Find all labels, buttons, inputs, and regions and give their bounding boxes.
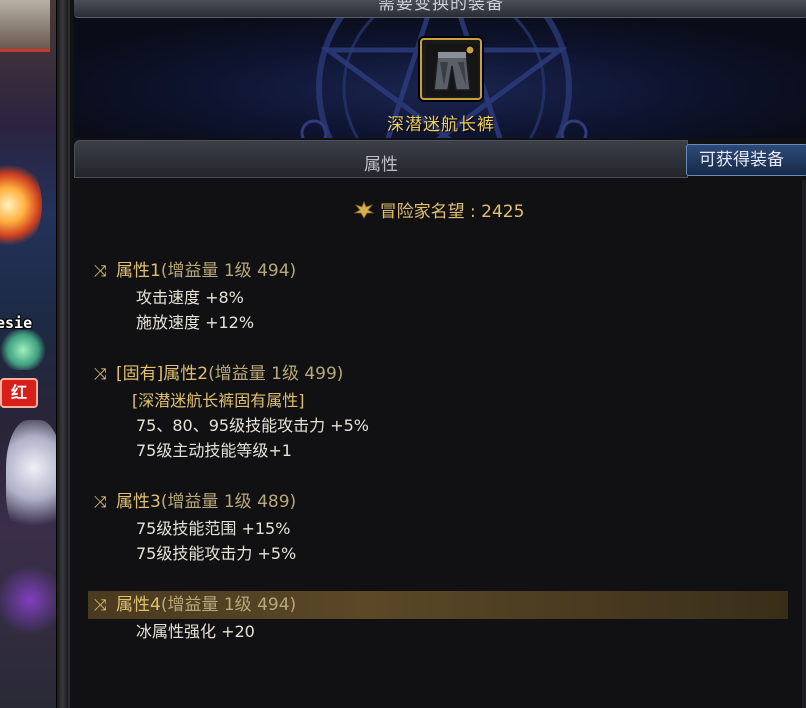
attribute-line: 施放速度 +12% (136, 313, 255, 332)
character-sprite (6, 420, 62, 540)
attribute-block-2[interactable]: ⤨ [固有]属性2(增益量 1级 499) [深潜迷航长裤固有属性] 75、80、… (88, 360, 788, 463)
equipment-transform-panel: 需要变换的装备 深潜迷航长裤 属性 可获得装备 冒险家名望: 2425 ⤨ 属… (68, 0, 806, 708)
pants-icon[interactable] (420, 38, 482, 100)
equipment-name: 深潜迷航长裤 (387, 115, 495, 135)
attribute-title: ⤨ 属性4(增益量 1级 494) (88, 591, 788, 619)
attribute-gain: (增益量 1级 499) (208, 364, 344, 384)
attribute-gain: (增益量 1级 494) (160, 261, 297, 281)
attribute-title: ⤨ 属性1(增益量 1级 494) (88, 257, 788, 285)
attribute-title: ⤨ [固有]属性2(增益量 1级 499) (88, 360, 788, 388)
attribute-line: 75级技能攻击力 +5% (136, 544, 297, 563)
attributes-list: 冒险家名望 : 2425 ⤨ 属性1(增益量 1级 494) 攻击速度 +8% 施… (70, 180, 806, 708)
attribute-line: 75级技能范围 +15% (136, 519, 291, 538)
shuffle-icon: ⤨ (94, 261, 107, 280)
red-badge: 红 (0, 378, 38, 408)
attributes-section-header: 属性 (74, 140, 688, 178)
panel-header: 需要变换的装备 (74, 0, 806, 18)
attribute-line: 75级主动技能等级+1 (136, 441, 292, 460)
attribute-gain: (增益量 1级 494) (160, 595, 297, 615)
shuffle-icon: ⤨ (94, 492, 107, 511)
obtainable-equipment-button[interactable]: 可获得装备 (686, 144, 806, 176)
pants-graphic (426, 44, 478, 96)
panel-title: 需要变换的装备 (378, 0, 504, 14)
renown-display: 冒险家名望 : 2425 (70, 197, 806, 224)
fixed-attribute-label: [深潜迷航长裤固有属性] (132, 391, 305, 410)
scrollbar[interactable] (802, 180, 806, 708)
attribute-block-3[interactable]: ⤨ 属性3(增益量 1级 489) 75级技能范围 +15% 75级技能攻击力 +… (88, 488, 788, 566)
attribute-line: 冰属性强化 +20 (136, 622, 255, 641)
attribute-gain: (增益量 1级 489) (160, 492, 297, 512)
attribute-name: [固有]属性2 (116, 364, 209, 384)
scene-decoration (0, 0, 50, 52)
attribute-name: 属性4 (116, 595, 161, 615)
shuffle-icon: ⤨ (94, 595, 107, 614)
renown-icon (353, 200, 375, 224)
renown-label: 冒险家名望 : 2425 (379, 202, 525, 222)
attribute-name: 属性1 (116, 261, 161, 281)
panel-border (56, 0, 68, 708)
attribute-block-1[interactable]: ⤨ 属性1(增益量 1级 494) 攻击速度 +8% 施放速度 +12% (88, 257, 788, 335)
attribute-line: 攻击速度 +8% (136, 288, 244, 307)
scene-effect (0, 330, 46, 370)
attribute-line: 75、80、95级技能攻击力 +5% (136, 416, 369, 435)
fire-effect (0, 160, 42, 250)
attribute-name: 属性3 (116, 492, 161, 512)
shuffle-icon: ⤨ (94, 364, 107, 383)
attribute-block-4[interactable]: ⤨ 属性4(增益量 1级 494) 冰属性强化 +20 (88, 591, 788, 644)
attribute-title: ⤨ 属性3(增益量 1级 489) (88, 488, 788, 516)
scene-effect-purple (0, 560, 60, 640)
equipment-display: 深潜迷航长裤 (74, 18, 806, 138)
